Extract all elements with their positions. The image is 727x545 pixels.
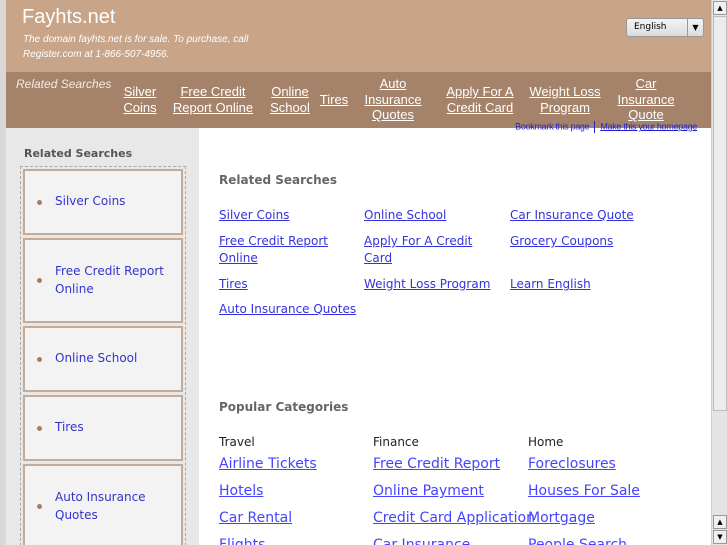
nav-link[interactable]: Free Credit Report Online bbox=[170, 84, 256, 115]
related-searches-title: Related Searches bbox=[219, 173, 337, 187]
category-link[interactable]: Airline Tickets bbox=[219, 456, 317, 472]
category-link[interactable]: Car Rental bbox=[219, 510, 292, 526]
nav-link[interactable]: Silver Coins bbox=[120, 84, 160, 115]
category-link[interactable]: Houses For Sale bbox=[528, 483, 640, 499]
scroll-up-icon[interactable]: ▲ bbox=[713, 515, 727, 529]
related-link[interactable]: Learn English bbox=[510, 276, 650, 293]
nav-label: Related Searches bbox=[16, 77, 112, 91]
sidebar-item[interactable]: Online School bbox=[23, 326, 183, 392]
nav-link[interactable]: Auto Insurance Quotes bbox=[362, 76, 424, 123]
bullet-icon bbox=[37, 425, 42, 431]
language-select[interactable]: English ▼ bbox=[626, 18, 704, 37]
sidebar-link[interactable]: Silver Coins bbox=[55, 193, 125, 211]
nav-link[interactable]: Online School bbox=[268, 84, 312, 115]
category-link[interactable]: People Search bbox=[528, 537, 627, 545]
bullet-icon bbox=[37, 278, 42, 283]
bookmark-link[interactable]: Bookmark this page bbox=[515, 121, 589, 131]
category-heading: Finance bbox=[373, 435, 419, 449]
scroll-up-icon[interactable]: ▲ bbox=[713, 1, 727, 15]
related-link[interactable]: Free Credit Report Online bbox=[219, 233, 344, 267]
related-link[interactable]: Grocery Coupons bbox=[510, 233, 650, 250]
language-value: English bbox=[634, 22, 667, 32]
category-link[interactable]: Mortgage bbox=[528, 510, 595, 526]
related-link[interactable]: Tires bbox=[219, 276, 359, 293]
category-link[interactable]: Free Credit Report bbox=[373, 456, 500, 472]
bullet-icon bbox=[37, 199, 42, 205]
related-link[interactable]: Silver Coins bbox=[219, 207, 359, 224]
bullet-icon bbox=[37, 504, 42, 509]
sidebar-link[interactable]: Online School bbox=[55, 350, 137, 368]
sidebar-link[interactable]: Tires bbox=[55, 419, 84, 437]
category-heading: Travel bbox=[219, 435, 255, 449]
related-searches-nav: Related Searches Silver Coins Free Credi… bbox=[6, 72, 711, 128]
category-link[interactable]: Foreclosures bbox=[528, 456, 616, 472]
sidebar-item[interactable]: Free Credit Report Online bbox=[23, 238, 183, 323]
related-link[interactable]: Weight Loss Program bbox=[364, 276, 504, 293]
nav-link[interactable]: Car Insurance Quote bbox=[610, 76, 682, 123]
page: Fayhts.net The domain fayhts.net is for … bbox=[6, 0, 711, 545]
homepage-link[interactable]: Make this your homepage bbox=[600, 121, 697, 131]
scrollbar-thumb[interactable] bbox=[713, 16, 727, 411]
category-link[interactable]: Online Payment bbox=[373, 483, 484, 499]
vertical-scrollbar[interactable]: ▲ ▲ ▼ bbox=[711, 0, 727, 545]
bullet-icon bbox=[37, 356, 42, 362]
divider bbox=[594, 121, 596, 133]
header: Fayhts.net The domain fayhts.net is for … bbox=[6, 0, 711, 72]
related-link[interactable]: Apply For A Credit Card bbox=[364, 233, 504, 267]
bookmark-links: Bookmark this page Make this your homepag… bbox=[515, 121, 697, 133]
sidebar-link[interactable]: Free Credit Report Online bbox=[55, 263, 181, 298]
sidebar-item[interactable]: Silver Coins bbox=[23, 169, 183, 235]
sidebar-title: Related Searches bbox=[24, 147, 133, 160]
nav-link[interactable]: Weight Loss Program bbox=[526, 84, 604, 115]
site-title: Fayhts.net bbox=[22, 6, 116, 28]
sidebar-item[interactable]: Auto Insurance Quotes bbox=[23, 464, 183, 545]
category-link[interactable]: Hotels bbox=[219, 483, 263, 499]
nav-link[interactable]: Tires bbox=[318, 92, 350, 108]
sidebar-list: Silver Coins Free Credit Report Online O… bbox=[20, 166, 186, 545]
category-link[interactable]: Flights bbox=[219, 537, 265, 545]
domain-sale-text: The domain fayhts.net is for sale. To pu… bbox=[23, 34, 249, 60]
chevron-down-icon: ▼ bbox=[687, 19, 703, 36]
related-link[interactable]: Auto Insurance Quotes bbox=[219, 301, 379, 318]
popular-categories-title: Popular Categories bbox=[219, 400, 349, 414]
category-link[interactable]: Car Insurance bbox=[373, 537, 470, 545]
nav-link[interactable]: Apply For A Credit Card bbox=[444, 84, 516, 115]
sidebar-item[interactable]: Tires bbox=[23, 395, 183, 461]
category-link[interactable]: Credit Card Application bbox=[373, 510, 535, 526]
related-link[interactable]: Online School bbox=[364, 207, 504, 224]
scroll-down-icon[interactable]: ▼ bbox=[713, 530, 727, 544]
sidebar: Related Searches Silver Coins Free Credi… bbox=[6, 128, 199, 545]
related-link[interactable]: Car Insurance Quote bbox=[510, 207, 670, 224]
sidebar-link[interactable]: Auto Insurance Quotes bbox=[55, 489, 181, 524]
category-heading: Home bbox=[528, 435, 564, 449]
